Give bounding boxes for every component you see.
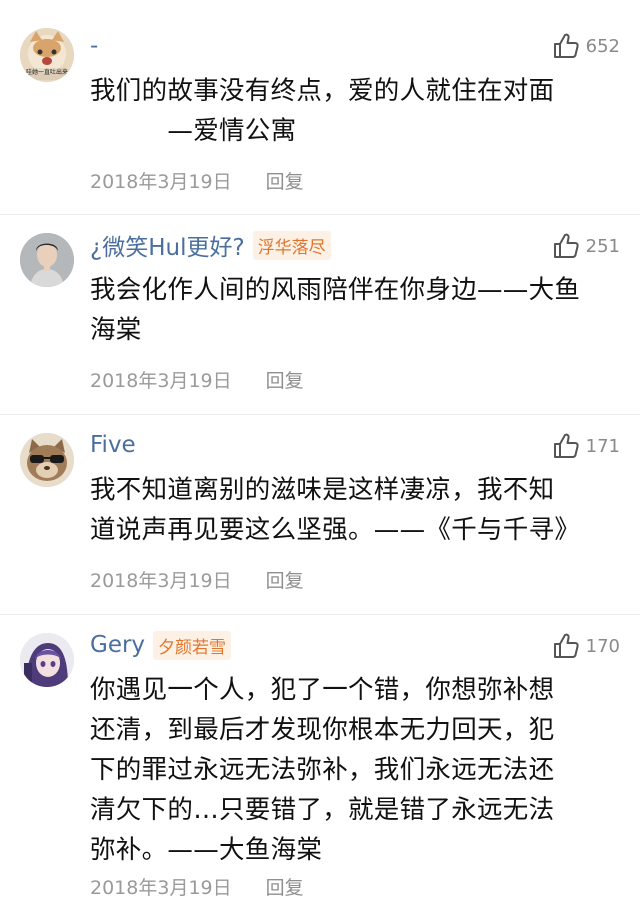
comment-line: 海棠 [90,315,142,345]
man-avatar-icon [20,233,74,287]
thumbs-up-icon [553,33,579,58]
user-badge: 夕颜若雪 [153,630,232,660]
avatar[interactable] [20,233,74,287]
comment-line: 还清，到最后才发现你根本无力回天，犯 [90,715,555,745]
comment-text: 我不知道离别的滋味是这样凄凉，我不知 道说声再见要这么坚强。——《千与千寻》 [90,470,610,550]
like-button[interactable]: 171 [552,432,620,460]
comment-item: Gery 夕颜若雪 170 你遇见一个人，犯了一个错，你想弥补想 还清，到最后才… [0,615,640,899]
comment-item: ¿微笑Hul更好? 浮华落尽 251 我会化作人间的风雨陪伴在你身边——大鱼 海… [0,215,640,415]
like-count: 171 [585,435,620,457]
like-count: 170 [585,635,620,657]
svg-text:哇她一直吐出来: 哇她一直吐出来 [26,68,68,76]
reply-button[interactable]: 回复 [266,873,304,900]
cat-avatar-icon: 哇她一直吐出来 [20,28,74,82]
like-button[interactable]: 251 [552,232,620,260]
like-button[interactable]: 170 [552,632,620,660]
thumbs-up-icon [553,233,579,258]
username[interactable]: - [90,33,98,59]
reply-button[interactable]: 回复 [266,366,304,393]
avatar[interactable]: 哇她一直吐出来 [20,28,74,82]
username[interactable]: Gery [90,632,145,658]
comment-line: 弥补。——大鱼海棠 [90,835,323,865]
username[interactable]: ¿微笑Hul更好? [90,228,245,262]
like-count: 251 [585,235,620,257]
avatar[interactable] [20,433,74,487]
like-button[interactable]: 652 [552,32,620,60]
comment-text: 我们的故事没有终点，爱的人就住在对面 —爱情公寓 [90,71,610,151]
reply-button[interactable]: 回复 [266,566,304,593]
comment-line: 下的罪过永远无法弥补，我们永远无法还 [90,755,555,785]
comment-text: 我会化作人间的风雨陪伴在你身边——大鱼 海棠 [90,270,610,350]
reply-button[interactable]: 回复 [266,167,304,194]
username[interactable]: Five [90,432,136,458]
like-count: 652 [585,35,620,57]
comment-line: 我会化作人间的风雨陪伴在你身边——大鱼 [90,275,581,305]
comment-line: —爱情公寓 [90,116,297,146]
comment-date: 2018年3月19日 [90,370,232,392]
comment-line: 道说声再见要这么坚强。——《千与千寻》 [90,515,581,545]
comment-line: 我们的故事没有终点，爱的人就住在对面 [90,76,555,106]
anime-girl-avatar-icon [20,633,74,687]
comment-date: 2018年3月19日 [90,171,232,193]
sunglasses-cat-avatar-icon [20,433,74,487]
comment-line: 我不知道离别的滋味是这样凄凉，我不知 [90,475,555,505]
comment-item: Five 171 我不知道离别的滋味是这样凄凉，我不知 道说声再见要这么坚强。—… [0,415,640,615]
thumbs-up-icon [553,633,579,658]
thumbs-up-icon [553,433,579,458]
comment-item: 哇她一直吐出来 - 652 我们的故事没有终点，爱的人就住在对面 —爱情公寓 2… [0,0,640,215]
comment-date: 2018年3月19日 [90,570,232,592]
comment-text: 你遇见一个人，犯了一个错，你想弥补想 还清，到最后才发现你根本无力回天，犯 下的… [90,670,610,870]
comment-line: 你遇见一个人，犯了一个错，你想弥补想 [90,675,555,705]
user-badge: 浮华落尽 [252,230,331,260]
comment-date: 2018年3月19日 [90,877,232,899]
comment-line: 清欠下的…只要错了，就是错了永远无法 [90,795,555,825]
avatar[interactable] [20,633,74,687]
